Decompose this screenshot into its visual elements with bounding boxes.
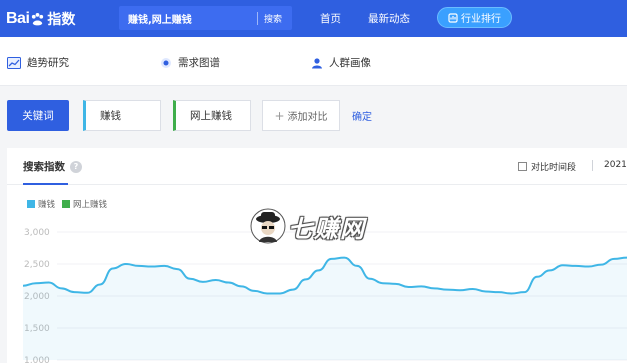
search-index-chart: 3,0002,5002,0001,5001,000 <box>22 228 627 363</box>
watermark-text: 七赚网 <box>288 214 366 243</box>
top-header: Bai 指数 搜索 首页 最新动态 行业排行 <box>0 0 627 37</box>
tab-demand-graph[interactable]: 需求图谱 <box>160 55 220 70</box>
search-index-card: 搜索指数 ? 对比时间段 2021 赚钱 网上赚钱 3,0002,5002,00… <box>7 148 627 363</box>
rank-icon <box>448 12 458 23</box>
nav-home[interactable]: 首页 <box>320 11 341 26</box>
paw-icon <box>32 12 44 25</box>
user-icon <box>312 57 322 68</box>
watermark: 七赚网 <box>250 208 366 244</box>
tab-crowd-portrait[interactable]: 人群画像 <box>311 55 371 70</box>
search-button[interactable]: 搜索 <box>258 12 282 25</box>
y-tick-label: 2,500 <box>24 260 50 270</box>
tab-trend-research[interactable]: 趋势研究 <box>7 55 69 70</box>
search-input[interactable] <box>119 6 257 30</box>
keyword-field-2[interactable]: 网上赚钱 <box>173 100 251 131</box>
tab-crowd-label: 人群画像 <box>329 57 371 69</box>
plus-icon: + <box>274 108 285 123</box>
add-comparison-label: 添加对比 <box>287 112 328 123</box>
keyword-field-1[interactable]: 赚钱 <box>83 100 161 131</box>
add-comparison-button[interactable]: + 添加对比 <box>262 100 340 131</box>
logo-chinese: 指数 <box>47 12 76 28</box>
confirm-button[interactable]: 确定 <box>352 108 372 123</box>
baidu-index-logo[interactable]: Bai 指数 <box>6 7 75 31</box>
trend-chart-icon <box>7 56 21 69</box>
tab-demand-label: 需求图谱 <box>178 57 220 69</box>
keyword-tab-button[interactable]: 关键词 <box>7 100 69 131</box>
keyword-row: 关键词 赚钱 网上赚钱 + 添加对比 确定 <box>0 86 627 148</box>
logo-latin: Bai <box>6 10 30 27</box>
y-tick-label: 3,000 <box>24 228 50 238</box>
search-bar: 搜索 <box>119 6 292 30</box>
nav-latest-news[interactable]: 最新动态 <box>368 11 410 26</box>
detective-avatar-icon <box>250 208 286 244</box>
analysis-tabs: 趋势研究 需求图谱 人群画像 <box>0 37 627 86</box>
tab-trend-label: 趋势研究 <box>27 57 69 69</box>
industry-rank-label: 行业排行 <box>461 14 501 25</box>
demand-graph-icon <box>161 57 171 68</box>
industry-rank-button[interactable]: 行业排行 <box>437 7 512 28</box>
series-area-1 <box>23 257 627 360</box>
